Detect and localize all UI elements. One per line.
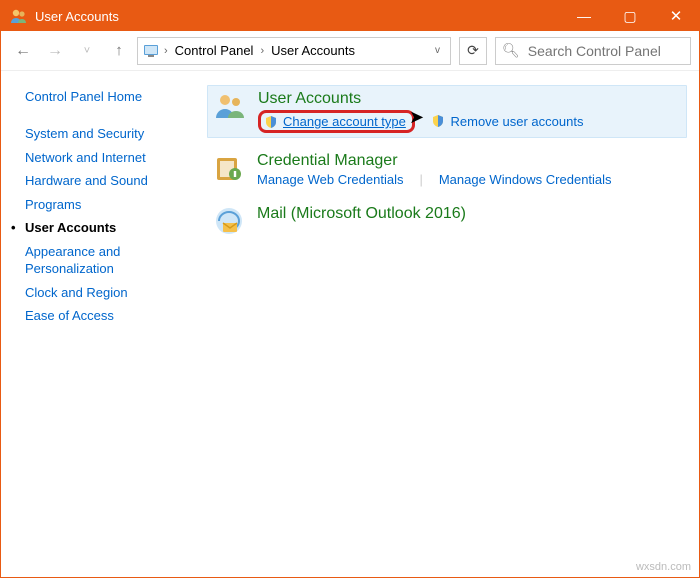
minimize-button[interactable]: — — [561, 1, 607, 31]
credential-manager-icon — [213, 152, 245, 184]
user-accounts-icon — [9, 6, 29, 26]
breadcrumb-control-panel[interactable]: Control Panel — [172, 41, 257, 60]
window: { "title": "User Accounts", "win": { "mi… — [0, 0, 700, 578]
group-user-accounts: User Accounts Change account type ➤ Remo… — [207, 85, 687, 138]
titlebar: User Accounts — ▢ ✕ — [1, 1, 699, 31]
cursor-icon: ➤ — [409, 107, 424, 128]
refresh-button[interactable]: ⟳ — [459, 37, 487, 65]
credential-manager-title[interactable]: Credential Manager — [257, 152, 681, 170]
group-mail: Mail (Microsoft Outlook 2016) — [207, 201, 687, 241]
search-box[interactable]: 🔍︎ — [495, 37, 691, 65]
search-input[interactable] — [526, 42, 700, 60]
main-panel: User Accounts Change account type ➤ Remo… — [201, 71, 699, 577]
user-accounts-title[interactable]: User Accounts — [258, 90, 680, 108]
remove-user-accounts-link[interactable]: Remove user accounts — [451, 114, 584, 129]
sidebar-item-appearance[interactable]: Appearance and Personalization — [25, 240, 189, 281]
back-button[interactable]: ← — [9, 37, 37, 65]
sidebar: Control Panel Home System and Security N… — [1, 71, 201, 577]
highlight-box: Change account type ➤ — [258, 110, 415, 133]
group-credential-manager: Credential Manager Manage Web Credential… — [207, 148, 687, 191]
sidebar-item-programs[interactable]: Programs — [25, 193, 189, 217]
separator: | — [419, 172, 422, 187]
sidebar-item-clock-region[interactable]: Clock and Region — [25, 281, 189, 305]
chevron-icon: › — [162, 45, 170, 57]
control-panel-home-link[interactable]: Control Panel Home — [25, 89, 189, 104]
forward-button[interactable]: → — [41, 37, 69, 65]
maximize-button[interactable]: ▢ — [607, 1, 653, 31]
recent-locations-button[interactable]: ˅ — [73, 37, 101, 65]
chevron-icon: › — [258, 45, 266, 57]
search-icon: 🔍︎ — [502, 42, 520, 59]
window-controls: — ▢ ✕ — [561, 1, 699, 31]
mail-title[interactable]: Mail (Microsoft Outlook 2016) — [257, 205, 681, 223]
up-button[interactable]: ↑ — [105, 37, 133, 65]
breadcrumb-user-accounts[interactable]: User Accounts — [268, 41, 358, 60]
close-button[interactable]: ✕ — [653, 1, 699, 31]
address-bar[interactable]: › Control Panel › User Accounts v — [137, 37, 451, 65]
sidebar-item-network-internet[interactable]: Network and Internet — [25, 146, 189, 170]
address-dropdown-icon[interactable]: v — [429, 45, 446, 56]
user-accounts-icon — [214, 90, 246, 122]
sidebar-item-ease-of-access[interactable]: Ease of Access — [25, 304, 189, 328]
sidebar-item-user-accounts[interactable]: User Accounts — [25, 216, 189, 240]
window-title: User Accounts — [35, 9, 561, 24]
change-account-type-link[interactable]: Change account type — [283, 114, 406, 129]
sidebar-item-system-security[interactable]: System and Security — [25, 122, 189, 146]
control-panel-icon — [142, 42, 160, 60]
watermark: wxsdn.com — [636, 561, 691, 573]
nav-row: ← → ˅ ↑ › Control Panel › User Accounts … — [1, 31, 699, 71]
manage-web-credentials-link[interactable]: Manage Web Credentials — [257, 172, 403, 187]
mail-icon — [213, 205, 245, 237]
shield-icon — [264, 115, 278, 129]
shield-icon — [431, 114, 445, 128]
sidebar-item-hardware-sound[interactable]: Hardware and Sound — [25, 169, 189, 193]
content: Control Panel Home System and Security N… — [1, 71, 699, 577]
manage-windows-credentials-link[interactable]: Manage Windows Credentials — [439, 172, 612, 187]
